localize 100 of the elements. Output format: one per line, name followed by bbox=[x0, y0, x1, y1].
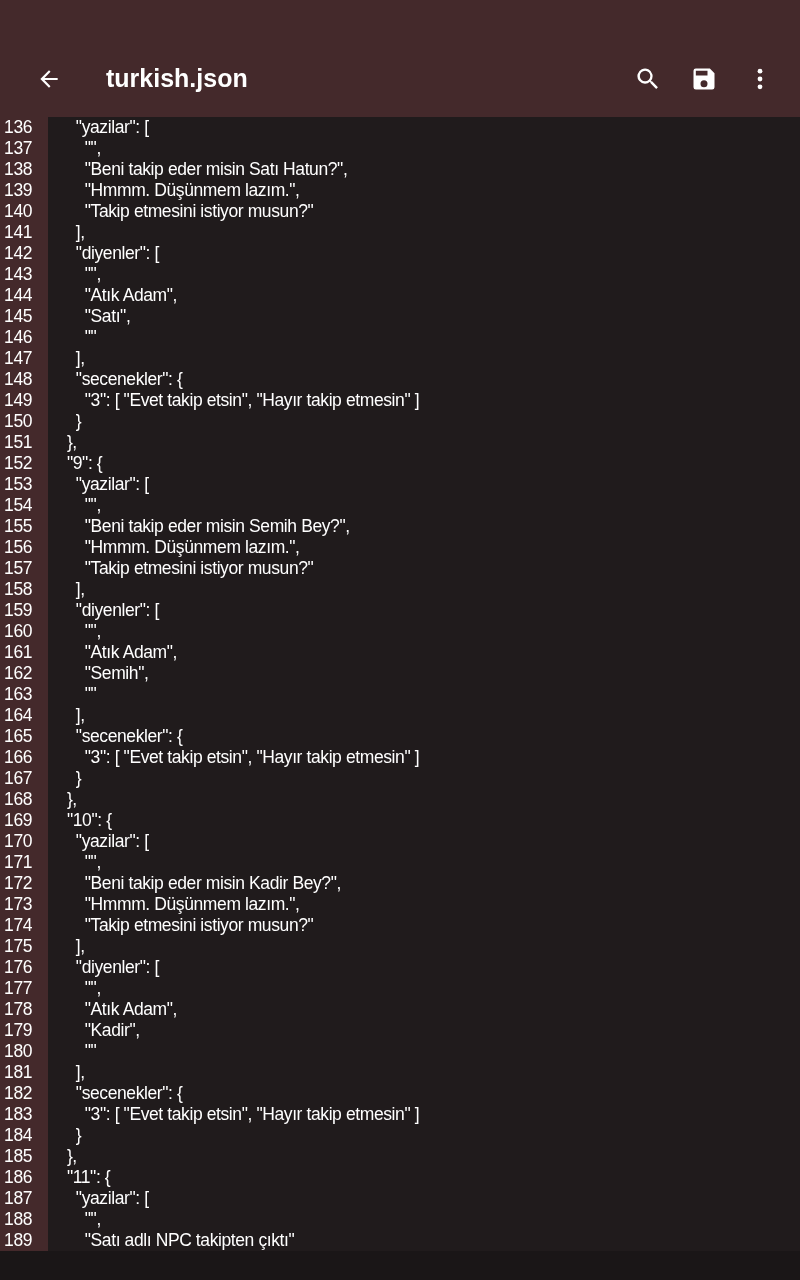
line-number: 177 bbox=[0, 978, 48, 999]
line-number: 182 bbox=[0, 1083, 48, 1104]
code-line: "3": [ "Evet takip etsin", "Hayır takip etmesin" ] bbox=[83, 390, 420, 411]
code-line: "", bbox=[83, 978, 101, 999]
code-line: "" bbox=[83, 684, 97, 705]
code-line: "", bbox=[83, 138, 101, 159]
code-line: "Hmmm. Düşünmem lazım.", bbox=[83, 180, 300, 201]
code-line: "secenekler": { bbox=[74, 726, 183, 747]
line-number: 142 bbox=[0, 243, 48, 264]
line-number: 156 bbox=[0, 537, 48, 558]
code-line: ], bbox=[74, 705, 85, 726]
code-line: } bbox=[74, 411, 82, 432]
code-line: "Satı", bbox=[83, 306, 131, 327]
code-line: "" bbox=[83, 327, 97, 348]
code-line: "", bbox=[83, 621, 101, 642]
code-line: } bbox=[74, 768, 82, 789]
code-line: "secenekler": { bbox=[74, 1083, 183, 1104]
code-line: ], bbox=[74, 1062, 85, 1083]
code-line: "yazilar": [ bbox=[74, 1188, 149, 1209]
line-number: 168 bbox=[0, 789, 48, 810]
code-line: } bbox=[74, 1125, 82, 1146]
line-number: 137 bbox=[0, 138, 48, 159]
line-number: 146 bbox=[0, 327, 48, 348]
line-number: 138 bbox=[0, 159, 48, 180]
line-number: 166 bbox=[0, 747, 48, 768]
code-line: ], bbox=[74, 348, 85, 369]
line-number: 179 bbox=[0, 1020, 48, 1041]
code-line: "Takip etmesini istiyor musun?" bbox=[83, 558, 314, 579]
line-number: 150 bbox=[0, 411, 48, 432]
file-title: turkish.json bbox=[106, 64, 249, 93]
line-number: 154 bbox=[0, 495, 48, 516]
code-line: ], bbox=[74, 936, 85, 957]
line-number: 152 bbox=[0, 453, 48, 474]
line-number: 165 bbox=[0, 726, 48, 747]
line-number: 148 bbox=[0, 369, 48, 390]
line-number: 160 bbox=[0, 621, 48, 642]
line-number: 170 bbox=[0, 831, 48, 852]
line-number: 145 bbox=[0, 306, 48, 327]
line-number: 147 bbox=[0, 348, 48, 369]
line-number: 181 bbox=[0, 1062, 48, 1083]
code-line: "9": { bbox=[65, 453, 103, 474]
code-line: "" bbox=[83, 1041, 97, 1062]
code-line: }, bbox=[65, 789, 77, 810]
code-line: "Kadir", bbox=[83, 1020, 140, 1041]
code-line: "Beni takip eder misin Kadir Bey?", bbox=[83, 873, 341, 894]
line-number: 180 bbox=[0, 1041, 48, 1062]
code-line: }, bbox=[65, 432, 77, 453]
line-number: 139 bbox=[0, 180, 48, 201]
line-number: 151 bbox=[0, 432, 48, 453]
code-line: }, bbox=[65, 1146, 77, 1167]
line-number: 171 bbox=[0, 852, 48, 873]
code-line: "", bbox=[83, 1209, 101, 1230]
code-line: "diyenler": [ bbox=[74, 957, 159, 978]
code-line: "Satı adlı NPC takipten çıktı" bbox=[83, 1230, 295, 1251]
code-line: "Hmmm. Düşünmem lazım.", bbox=[83, 894, 300, 915]
code-line: "Beni takip eder misin Semih Bey?", bbox=[83, 516, 350, 537]
code-line: "3": [ "Evet takip etsin", "Hayır takip etmesin" ] bbox=[83, 1104, 420, 1125]
more-options-icon bbox=[757, 67, 763, 90]
code-line: "diyenler": [ bbox=[74, 243, 159, 264]
line-number: 188 bbox=[0, 1209, 48, 1230]
line-number: 184 bbox=[0, 1125, 48, 1146]
line-number: 162 bbox=[0, 663, 48, 684]
line-number: 189 bbox=[0, 1230, 48, 1251]
line-number: 176 bbox=[0, 957, 48, 978]
code-line: "diyenler": [ bbox=[74, 600, 159, 621]
code-line: ], bbox=[74, 579, 85, 600]
code-line: "Takip etmesini istiyor musun?" bbox=[83, 915, 314, 936]
code-line: "yazilar": [ bbox=[74, 831, 149, 852]
code-line: "3": [ "Evet takip etsin", "Hayır takip etmesin" ] bbox=[83, 747, 420, 768]
code-line: "secenekler": { bbox=[74, 369, 183, 390]
code-line: "Takip etmesini istiyor musun?" bbox=[83, 201, 314, 222]
line-number: 155 bbox=[0, 516, 48, 537]
code-line: "yazilar": [ bbox=[74, 117, 149, 138]
code-line: ], bbox=[74, 222, 85, 243]
code-line: "Atık Adam", bbox=[83, 285, 178, 306]
code-line: "Atık Adam", bbox=[83, 642, 178, 663]
line-number: 153 bbox=[0, 474, 48, 495]
code-line: "Hmmm. Düşünmem lazım.", bbox=[83, 537, 300, 558]
code-line: "Atık Adam", bbox=[83, 999, 178, 1020]
code-line: "yazilar": [ bbox=[74, 474, 149, 495]
code-line: "", bbox=[83, 852, 101, 873]
code-line: "", bbox=[83, 264, 101, 285]
line-number: 143 bbox=[0, 264, 48, 285]
line-number: 158 bbox=[0, 579, 48, 600]
line-number: 178 bbox=[0, 999, 48, 1020]
line-number: 187 bbox=[0, 1188, 48, 1209]
line-number: 157 bbox=[0, 558, 48, 579]
line-number: 149 bbox=[0, 390, 48, 411]
line-number: 174 bbox=[0, 915, 48, 936]
code-line: "", bbox=[83, 495, 101, 516]
code-line: "Semih", bbox=[83, 663, 149, 684]
line-number: 172 bbox=[0, 873, 48, 894]
line-number: 186 bbox=[0, 1167, 48, 1188]
line-number: 185 bbox=[0, 1146, 48, 1167]
line-number: 136 bbox=[0, 117, 48, 138]
line-number: 144 bbox=[0, 285, 48, 306]
line-number: 173 bbox=[0, 894, 48, 915]
line-number: 169 bbox=[0, 810, 48, 831]
line-number: 167 bbox=[0, 768, 48, 789]
line-number: 141 bbox=[0, 222, 48, 243]
